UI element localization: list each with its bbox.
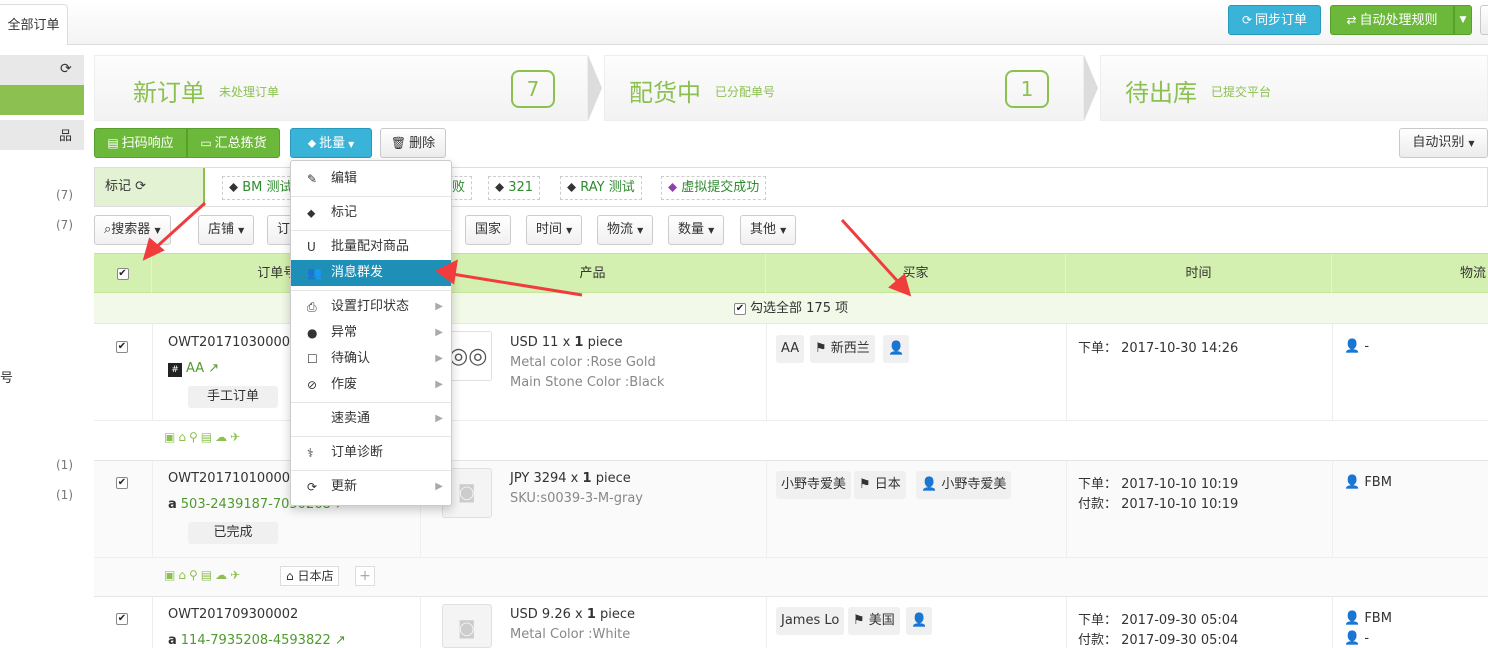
annotation-arrows (142, 201, 912, 297)
arrowhead (435, 259, 458, 285)
annotation-arrow-menu (451, 272, 583, 297)
annotation-arrow-select-all (840, 218, 904, 288)
annotation-arrow-checkbox (150, 201, 207, 253)
